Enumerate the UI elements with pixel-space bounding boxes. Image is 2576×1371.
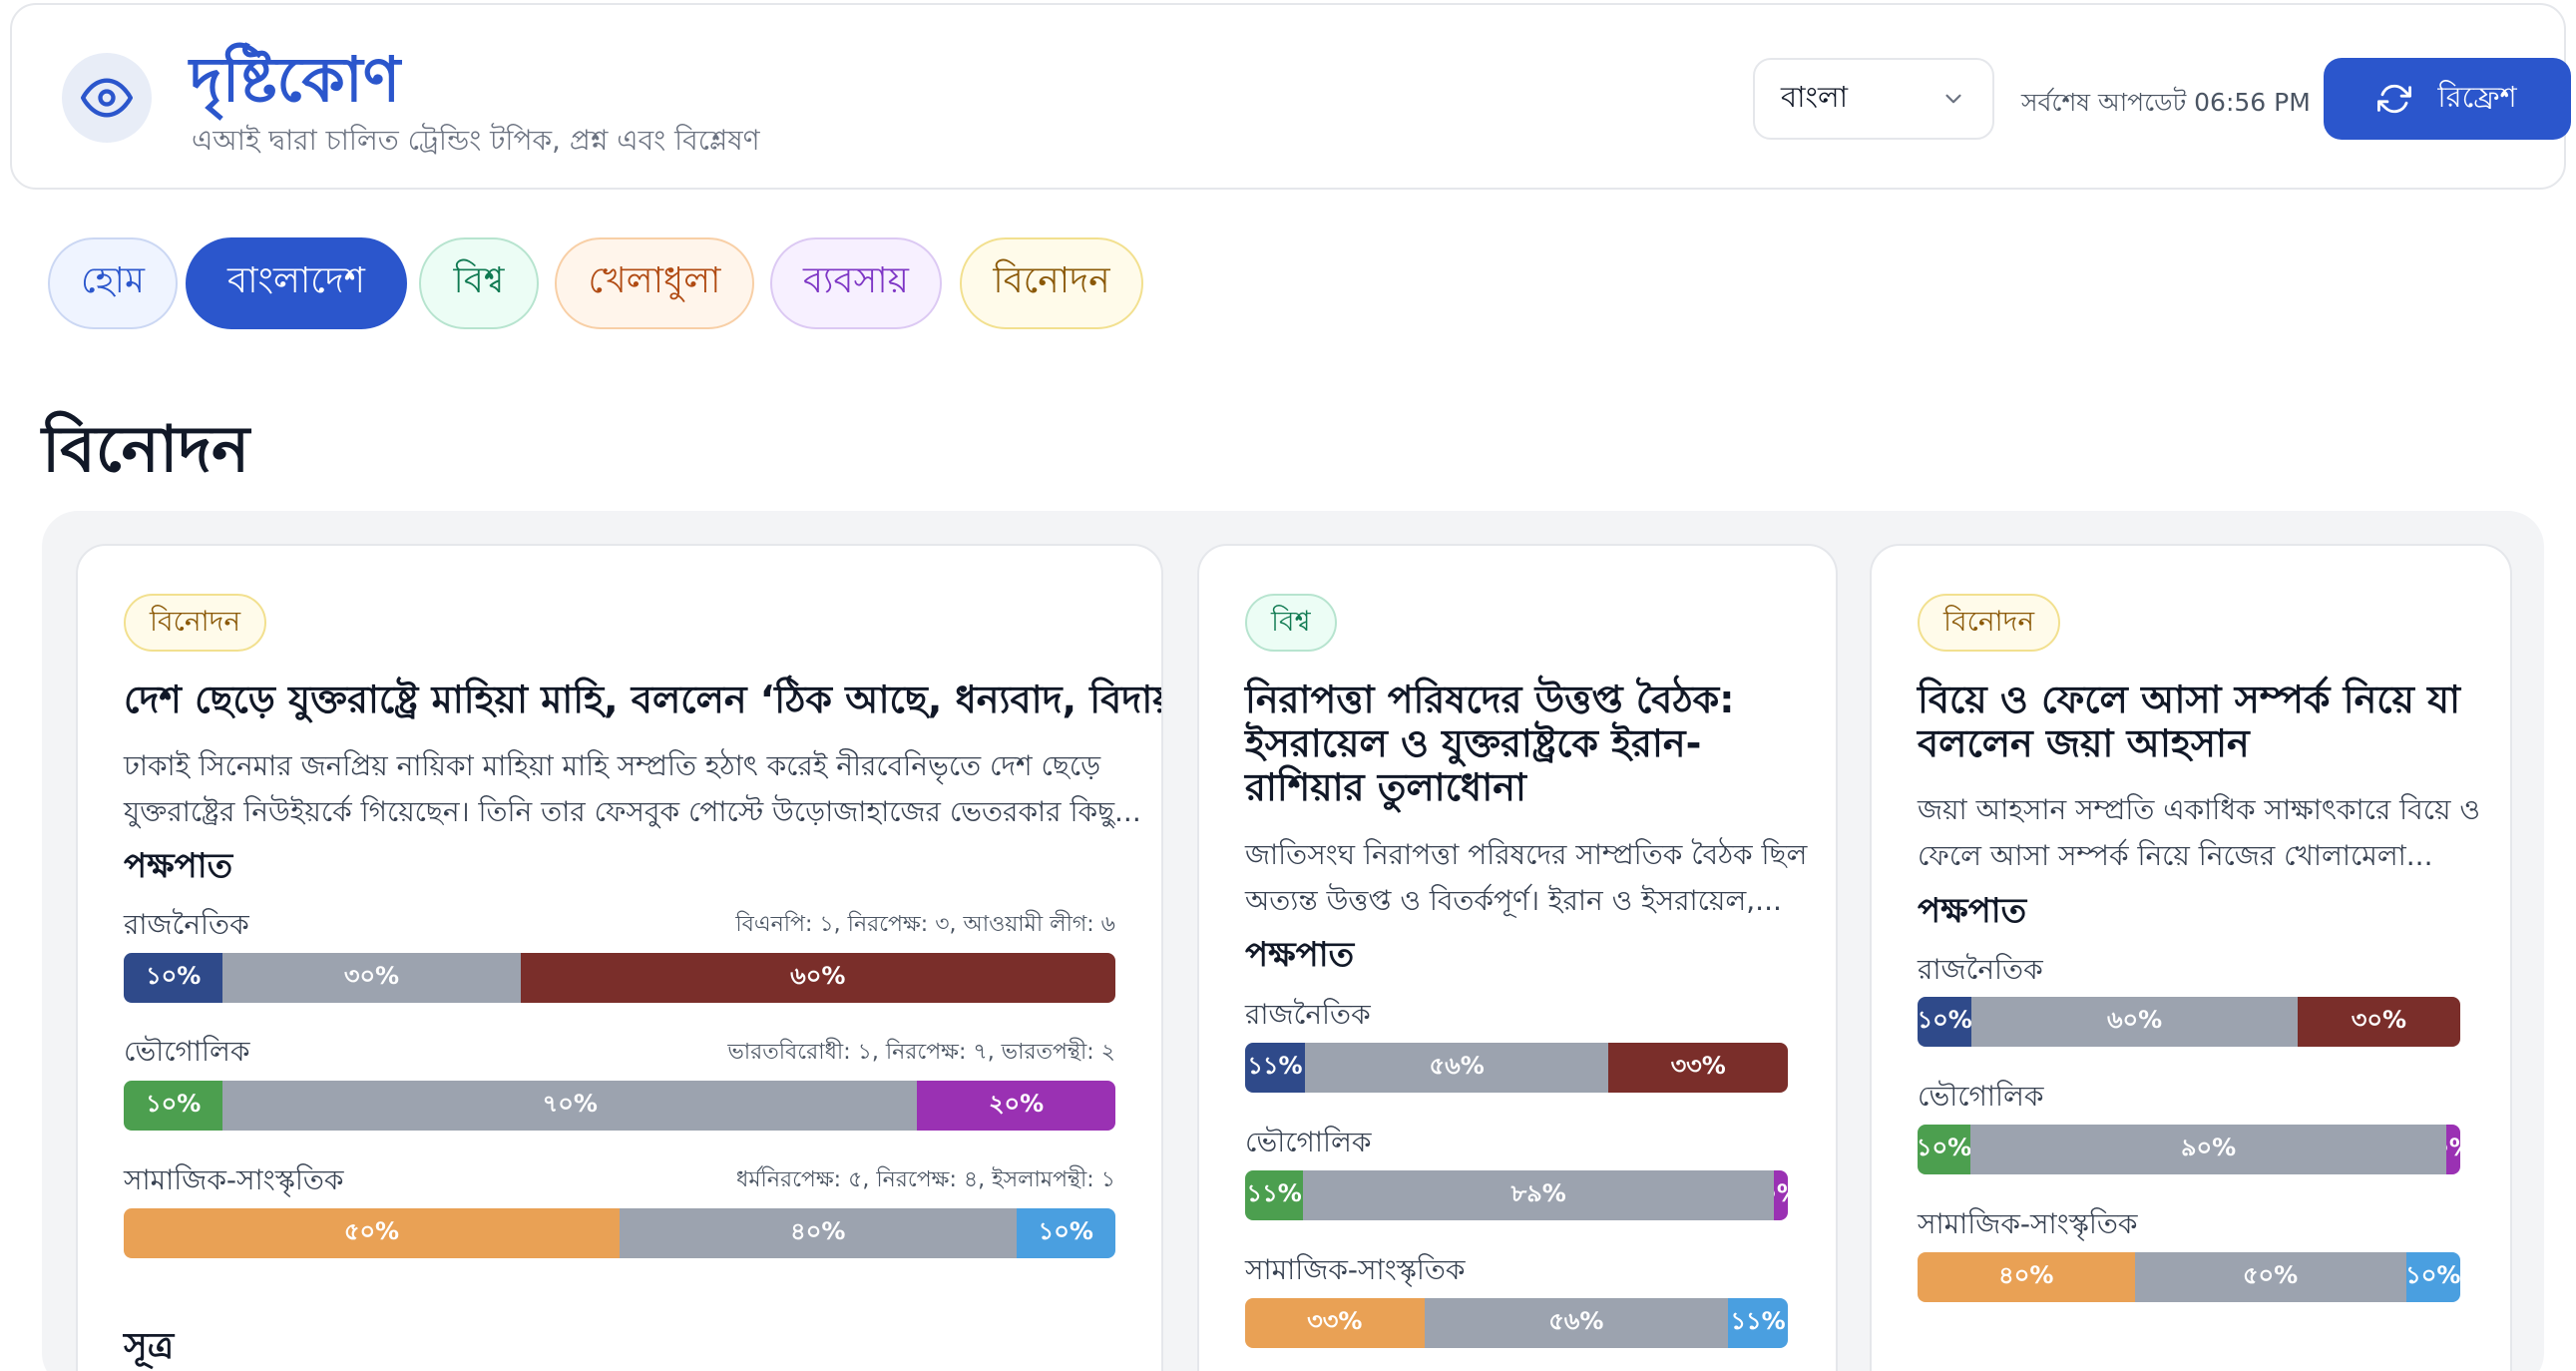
social-label: সামাজিক-সাংস্কৃতিক [124, 1163, 344, 1196]
political-counts: বিএনপি: ১, নিরপেক্ষ: ৩, আওয়ামী লীগ: ৬ [735, 912, 1115, 937]
political-label: রাজনৈতিক [1918, 953, 2043, 986]
geographic-label: ভৌগোলিক [1918, 1080, 2044, 1113]
news-card[interactable]: বিনোদন বিয়ে ও ফেলে আসা সম্পর্ক নিয়ে যা… [1870, 544, 2512, 1371]
card-title-line[interactable]: বললেন জয়া আহসান [1918, 721, 2250, 765]
tab-business[interactable]: ব্যবসায় [770, 237, 942, 329]
category-badge: বিনোদন [1918, 594, 2061, 652]
social-bias-bar: ৪০% ৫০% ১০% [1918, 1252, 2460, 1302]
section-title: বিনোদন [42, 413, 250, 487]
bar-segment: ১০% [124, 953, 223, 1003]
eye-icon [81, 78, 133, 118]
social-label: সামাজিক-সাংস্কৃতিক [1245, 1253, 1466, 1286]
social-counts: ধর্মনিরপেক্ষ: ৫, নিরপেক্ষ: ৪, ইসলামপন্থী… [736, 1167, 1115, 1192]
political-bias-bar: ১০% ৩০% ৬০% [124, 953, 1115, 1003]
refresh-button-label: রিফ্রেশ [2437, 79, 2517, 114]
bar-segment: ৩৩% [1608, 1043, 1788, 1093]
bias-heading: পক্ষপাত [1245, 935, 1355, 975]
political-label: রাজনৈতিক [1245, 998, 1371, 1031]
logo [62, 53, 152, 143]
bar-segment: ১১% [1245, 1170, 1304, 1220]
bar-segment: ৩৩% [1245, 1298, 1425, 1348]
bar-segment: ৩০% [2297, 997, 2460, 1047]
bar-segment: ৩০% [222, 953, 521, 1003]
bar-segment: ৬০% [520, 953, 1115, 1003]
card-title[interactable]: দেশ ছেড়ে যুক্তরাষ্ট্রে মাহিয়া মাহি, বল… [124, 678, 1161, 721]
news-card[interactable]: বিশ্ব নিরাপত্তা পরিষদের উত্তপ্ত বৈঠক: ইস… [1197, 544, 1838, 1371]
bar-segment: ৬০% [1971, 997, 2298, 1047]
tab-world[interactable]: বিশ্ব [419, 237, 539, 329]
bar-segment: ৪০% [620, 1208, 1017, 1258]
category-badge: বিনোদন [124, 594, 267, 652]
political-bias-bar: ১০% ৬০% ৩০% [1918, 997, 2460, 1047]
tab-bangladesh[interactable]: বাংলাদেশ [186, 237, 407, 329]
app-header: দৃষ্টিকোণ এআই দ্বারা চালিত ট্রেন্ডিং টপি… [10, 3, 2571, 190]
chevron-down-icon [1945, 94, 1961, 104]
language-select[interactable]: বাংলা [1753, 58, 1994, 140]
last-updated-text: সর্বশেষ আপডেট 06:56 PM [2021, 88, 2311, 117]
bias-heading: পক্ষপাত [124, 846, 233, 886]
card-desc-line: যুক্তরাষ্ট্রের নিউইয়র্কে গিয়েছেন। তিনি… [124, 795, 1141, 828]
source-heading: সূত্র [124, 1326, 175, 1367]
card-title-line[interactable]: নিরাপত্তা পরিষদের উত্তপ্ত বৈঠক: [1245, 678, 1734, 721]
bar-segment: ১০% [1918, 997, 1972, 1047]
app-subtitle: এআই দ্বারা চালিত ট্রেন্ডিং টপিক, প্রশ্ন … [192, 124, 760, 157]
bar-segment: ২০% [917, 1081, 1115, 1131]
bar-segment: ৭০% [222, 1081, 918, 1131]
bar-segment: ৫৬% [1424, 1298, 1729, 1348]
card-desc-line: অত্যন্ত উত্তপ্ত ও বিতর্কপূর্ণ। ইরান ও ইস… [1245, 884, 1782, 917]
card-title-line[interactable]: রাশিয়ার তুলাধোনা [1245, 765, 1526, 809]
political-bias-bar: ১১% ৫৬% ৩৩% [1245, 1043, 1788, 1093]
geographic-bias-bar: ১১% ৮৯% ০% [1245, 1170, 1788, 1220]
card-desc-line: ঢাকাই সিনেমার জনপ্রিয় নায়িকা মাহিয়া ম… [124, 749, 1101, 782]
bias-heading: পক্ষপাত [1918, 891, 2027, 931]
bar-segment: ০% [2446, 1125, 2460, 1174]
refresh-button[interactable]: রিফ্রেশ [2324, 58, 2571, 140]
card-title-line[interactable]: ইসরায়েল ও যুক্তরাষ্ট্রকে ইরান- [1245, 721, 1701, 765]
card-desc-line: জাতিসংঘ নিরাপত্তা পরিষদের সাম্প্রতিক বৈঠ… [1245, 838, 1808, 871]
card-desc-line: ফেলে আসা সম্পর্ক নিয়ে নিজের খোলামেলা... [1918, 839, 2433, 872]
bar-segment: ৪০% [1918, 1252, 2135, 1302]
bar-segment: ১১% [1245, 1043, 1305, 1093]
tab-home[interactable]: হোম [48, 237, 178, 329]
social-bias-bar: ৩৩% ৫৬% ১১% [1245, 1298, 1788, 1348]
social-label: সামাজিক-সাংস্কৃতিক [1918, 1207, 2138, 1240]
bar-segment: ১০% [2405, 1252, 2460, 1302]
geographic-bias-bar: ১০% ৭০% ২০% [124, 1081, 1115, 1131]
bar-segment: ০% [1774, 1170, 1788, 1220]
card-title-line[interactable]: বিয়ে ও ফেলে আসা সম্পর্ক নিয়ে যা [1918, 678, 2460, 721]
political-label: রাজনৈতিক [124, 908, 249, 941]
category-badge: বিশ্ব [1245, 594, 1337, 652]
card-desc-line: জয়া আহসান সম্প্রতি একাধিক সাক্ষাৎকারে ব… [1918, 793, 2480, 826]
geographic-bias-bar: ১০% ৯০% ০% [1918, 1125, 2460, 1174]
bar-segment: ১০% [1918, 1125, 1971, 1174]
geographic-counts: ভারতবিরোধী: ১, নিরপেক্ষ: ৭, ভারতপন্থী: ২ [727, 1040, 1115, 1065]
bar-segment: ৫০% [2134, 1252, 2406, 1302]
bar-segment: ৮৯% [1303, 1170, 1775, 1220]
bar-segment: ১০% [1016, 1208, 1115, 1258]
bar-segment: ৫৬% [1304, 1043, 1609, 1093]
social-bias-bar: ৫০% ৪০% ১০% [124, 1208, 1115, 1258]
news-card[interactable]: বিনোদন দেশ ছেড়ে যুক্তরাষ্ট্রে মাহিয়া ম… [76, 544, 1163, 1371]
bar-segment: ৯০% [1970, 1125, 2447, 1174]
tab-entertainment[interactable]: বিনোদন [960, 237, 1143, 329]
bar-segment: ১০% [124, 1081, 223, 1131]
geographic-label: ভৌগোলিক [1245, 1126, 1372, 1158]
geographic-label: ভৌগোলিক [124, 1035, 250, 1068]
bar-segment: ১১% [1728, 1298, 1788, 1348]
tab-sports[interactable]: খেলাধুলা [555, 237, 754, 329]
language-select-value: বাংলা [1781, 79, 1849, 114]
bar-segment: ৫০% [124, 1208, 620, 1258]
refresh-icon [2377, 84, 2412, 114]
